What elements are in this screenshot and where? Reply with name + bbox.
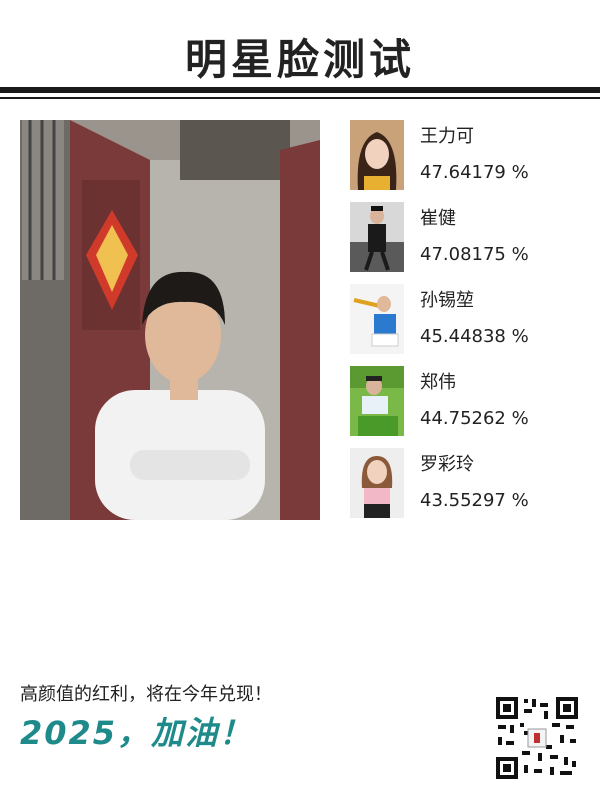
user-photo-illustration bbox=[20, 120, 320, 520]
header-divider-thin bbox=[0, 97, 600, 99]
match-thumbnail bbox=[350, 202, 404, 272]
match-score: 45.44838 % bbox=[420, 326, 529, 347]
match-score: 47.64179 % bbox=[420, 162, 529, 183]
match-item[interactable]: 崔健 47.08175 % bbox=[350, 202, 580, 274]
match-name: 王力可 bbox=[420, 126, 474, 147]
match-thumbnail bbox=[350, 366, 404, 436]
match-name: 郑伟 bbox=[420, 372, 456, 393]
celebrity-photo-icon bbox=[350, 366, 404, 436]
slogan-text: 高颜值的红利，将在今年兑现！ bbox=[20, 684, 272, 705]
match-thumbnail bbox=[350, 120, 404, 190]
celebrity-photo-icon bbox=[350, 120, 404, 190]
match-item[interactable]: 郑伟 44.75262 % bbox=[350, 366, 580, 438]
match-thumbnail bbox=[350, 448, 404, 518]
celebrity-photo-icon bbox=[350, 284, 404, 354]
match-score: 43.55297 % bbox=[420, 490, 529, 511]
match-thumbnail bbox=[350, 284, 404, 354]
match-name: 孙锡堃 bbox=[420, 290, 474, 311]
match-name: 崔健 bbox=[420, 208, 456, 229]
header-divider-thick bbox=[0, 87, 600, 93]
user-photo bbox=[20, 120, 320, 520]
qr-code[interactable] bbox=[494, 695, 580, 781]
celebrity-photo-icon bbox=[350, 202, 404, 272]
qr-code-icon bbox=[494, 695, 580, 781]
match-score: 47.08175 % bbox=[420, 244, 529, 265]
year-banner: 2025，加油！ bbox=[20, 714, 254, 752]
page-title: 明星脸测试 bbox=[184, 35, 415, 84]
match-name: 罗彩玲 bbox=[420, 454, 474, 475]
match-item[interactable]: 王力可 47.64179 % bbox=[350, 120, 580, 192]
match-score: 44.75262 % bbox=[420, 408, 529, 429]
match-item[interactable]: 孙锡堃 45.44838 % bbox=[350, 284, 580, 356]
match-item[interactable]: 罗彩玲 43.55297 % bbox=[350, 448, 580, 520]
celebrity-photo-icon bbox=[350, 448, 404, 518]
